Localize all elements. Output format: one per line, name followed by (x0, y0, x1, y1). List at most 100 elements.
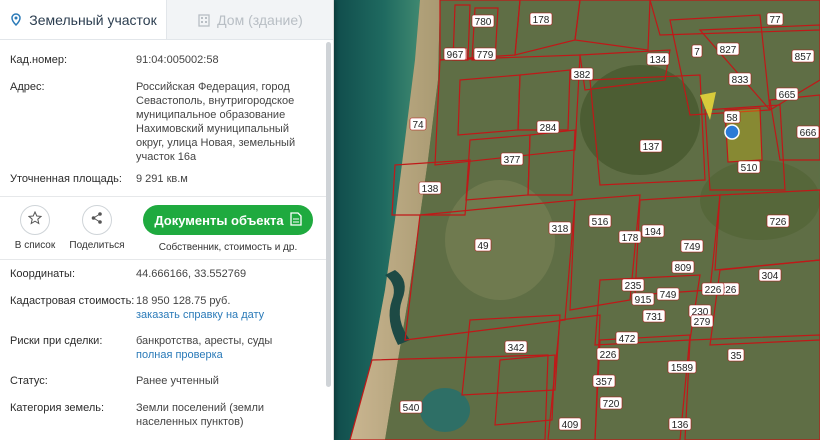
plot-number-label[interactable]: 377 (500, 152, 524, 166)
plot-number-label[interactable]: 666 (796, 125, 820, 139)
svg-text:726: 726 (770, 217, 787, 228)
plot-number-label[interactable]: 226 (596, 347, 620, 361)
svg-text:226: 226 (600, 350, 617, 361)
plot-number-label[interactable]: 827 (716, 42, 740, 56)
plot-number-label[interactable]: 540 (399, 400, 423, 414)
plot-number-label[interactable]: 58 (723, 110, 741, 124)
svg-text:58: 58 (726, 113, 738, 124)
location-marker (724, 124, 740, 140)
svg-text:1589: 1589 (671, 363, 694, 374)
status-label: Статус: (10, 375, 48, 387)
order-certificate-link[interactable]: заказать справку на дату (136, 309, 264, 321)
share-icon (90, 211, 104, 230)
plot-number-label[interactable]: 138 (418, 181, 442, 195)
svg-text:967: 967 (447, 50, 464, 61)
plot-number-label[interactable]: 134 (646, 52, 670, 66)
star-icon (27, 210, 43, 230)
plot-number-label[interactable]: 178 (529, 12, 553, 26)
svg-text:540: 540 (403, 403, 420, 414)
cad-number-label: Кад.номер: (10, 54, 68, 66)
svg-text:779: 779 (477, 50, 494, 61)
plot-number-label[interactable]: 304 (758, 268, 782, 282)
tab-bar: Земельный участок Дом (здание) (0, 0, 333, 40)
plot-number-label[interactable]: 74 (409, 117, 427, 131)
plot-number-label[interactable]: 915 (631, 292, 655, 306)
plot-number-label[interactable]: 780 (471, 14, 495, 28)
plot-number-label[interactable]: 178 (618, 230, 642, 244)
svg-text:342: 342 (508, 343, 525, 354)
svg-text:827: 827 (720, 45, 737, 56)
plot-number-label[interactable]: 779 (473, 47, 497, 61)
plot-number-label[interactable]: 472 (615, 331, 639, 345)
plot-number-label[interactable]: 235 (621, 278, 645, 292)
svg-text:279: 279 (694, 317, 711, 328)
svg-text:472: 472 (619, 334, 636, 345)
cad-number-link[interactable]: 91:04:005002:58 (136, 53, 326, 67)
svg-text:382: 382 (574, 70, 591, 81)
plot-number-label[interactable]: 409 (558, 417, 582, 431)
address-value: Российская Федерация, город Севастополь,… (136, 81, 296, 163)
document-icon (290, 211, 302, 229)
svg-text:235: 235 (625, 281, 642, 292)
info-panel: Земельный участок Дом (здание) Кад.номер… (0, 0, 334, 440)
add-to-list-button[interactable] (20, 205, 50, 235)
panel-scrollbar[interactable] (326, 42, 331, 387)
plot-number-label[interactable]: 731 (642, 309, 666, 323)
land-category-label: Категория земель: (10, 402, 105, 414)
svg-text:357: 357 (596, 377, 613, 388)
plot-number-label[interactable]: 809 (671, 260, 695, 274)
svg-text:720: 720 (603, 399, 620, 410)
share-button[interactable] (82, 205, 112, 235)
svg-text:136: 136 (672, 420, 689, 431)
svg-text:780: 780 (475, 17, 492, 28)
plot-number-label[interactable]: 749 (656, 287, 680, 301)
full-check-link[interactable]: полная проверка (136, 349, 223, 361)
coordinates-row: Координаты: 44.666166, 33.552769 (0, 267, 326, 281)
tab-building-label: Дом (здание) (217, 11, 303, 28)
svg-text:749: 749 (660, 290, 677, 301)
plot-number-label[interactable]: 137 (639, 139, 663, 153)
plot-number-label[interactable]: 720 (599, 396, 623, 410)
area-label: Уточненная площадь: (10, 173, 122, 185)
plot-number-label[interactable]: 194 (641, 224, 665, 238)
plot-number-label[interactable]: 357 (592, 374, 616, 388)
cadastral-cost-group: 18 950 128.75 руб. заказать справку на д… (136, 294, 326, 322)
plot-number-label[interactable]: 284 (536, 120, 560, 134)
plot-number-label[interactable]: 749 (680, 239, 704, 253)
divider (0, 196, 326, 197)
svg-text:809: 809 (675, 263, 692, 274)
tab-land-plot[interactable]: Земельный участок (0, 0, 167, 39)
plot-number-label[interactable]: 665 (775, 87, 799, 101)
risks-group: банкротства, аресты, суды полная проверк… (136, 334, 326, 362)
svg-text:318: 318 (552, 224, 569, 235)
plot-number-label[interactable]: 833 (728, 72, 752, 86)
svg-text:137: 137 (643, 142, 660, 153)
tab-land-plot-label: Земельный участок (29, 11, 157, 28)
svg-text:857: 857 (795, 52, 812, 63)
plot-number-label[interactable]: 226 (701, 282, 725, 296)
plot-number-label[interactable]: 49 (474, 238, 492, 252)
plot-number-label[interactable]: 967 (443, 47, 467, 61)
plot-number-label[interactable]: 35 (727, 348, 745, 362)
svg-text:409: 409 (562, 420, 579, 431)
plot-number-label[interactable]: 279 (690, 314, 714, 328)
add-to-list-label: В список (14, 240, 56, 251)
plot-number-label[interactable]: 7 (691, 44, 703, 58)
plot-number-label[interactable]: 318 (548, 221, 572, 235)
docs-subtitle: Собственник, стоимость и др. (158, 242, 298, 253)
plot-number-label[interactable]: 342 (504, 340, 528, 354)
plot-number-label[interactable]: 516 (588, 214, 612, 228)
coordinates-label: Координаты: (10, 268, 76, 280)
plot-number-label[interactable]: 726 (766, 214, 790, 228)
address-label: Адрес: (10, 81, 45, 93)
panel-content[interactable]: Кад.номер: 91:04:005002:58 Адрес: Россий… (0, 41, 326, 440)
plot-number-label[interactable]: 857 (791, 49, 815, 63)
plot-number-label[interactable]: 382 (570, 67, 594, 81)
plot-number-label[interactable]: 510 (737, 160, 761, 174)
plot-number-label[interactable]: 77 (766, 12, 784, 26)
status-value: Ранее учтенный (136, 375, 219, 387)
plot-number-label[interactable]: 136 (668, 417, 692, 431)
plot-number-label[interactable]: 1589 (667, 360, 697, 374)
object-documents-button[interactable]: Документы объекта (143, 205, 313, 235)
tab-building[interactable]: Дом (здание) (167, 0, 333, 39)
